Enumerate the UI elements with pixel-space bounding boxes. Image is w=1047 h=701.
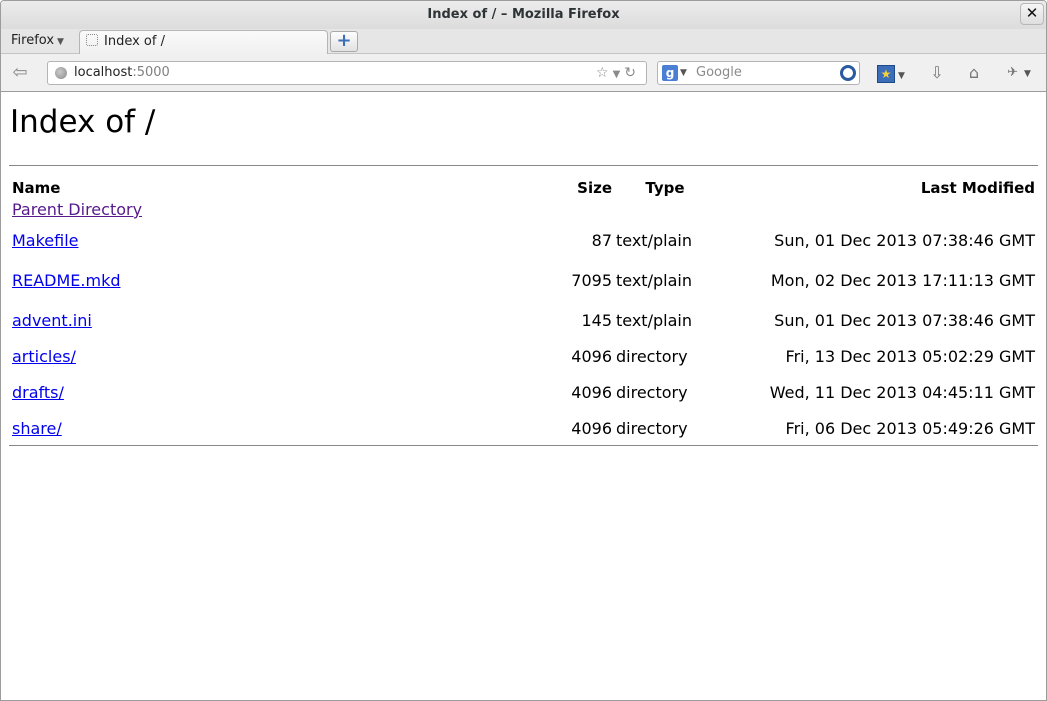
url-port: :5000 [132, 65, 170, 80]
name-cell: Makefile [11, 221, 411, 259]
page-favicon-icon [86, 34, 98, 46]
table-row: README.mkd 7095 text/plain Mon, 02 Dec 2… [11, 261, 1036, 299]
home-button[interactable]: ⌂ [961, 62, 987, 84]
search-input[interactable]: Google [696, 62, 742, 84]
size-cell: 145 [581, 310, 612, 330]
column-header-type: Type [645, 179, 685, 197]
size-cell: 7095 [571, 270, 612, 290]
modified-cell: Mon, 02 Dec 2013 17:11:13 GMT [770, 270, 1035, 290]
browser-window: Index of / – Mozilla Firefox ✕ Firefox ▼ … [0, 0, 1047, 701]
back-arrow-icon: ⇦ [12, 62, 28, 83]
tab-index[interactable]: Index of / [79, 30, 328, 54]
size-cell: 4096 [571, 382, 612, 402]
page-content: Index of / Name Size Type Last Modified … [1, 93, 1046, 700]
size-cell: 4096 [571, 346, 612, 366]
chevron-down-icon[interactable]: ▼ [680, 62, 687, 84]
column-header-size: Size [577, 179, 612, 197]
column-header-name: Name [12, 179, 61, 197]
new-tab-button[interactable]: + [330, 31, 358, 52]
chevron-down-icon: ▼ [898, 71, 905, 81]
home-icon: ⌂ [968, 63, 980, 82]
directory-link[interactable]: articles/ [12, 347, 76, 366]
window-title: Index of / – Mozilla Firefox [427, 7, 620, 22]
table-header-row: Name Size Type Last Modified [11, 178, 1036, 198]
file-link[interactable]: Makefile [12, 231, 79, 250]
type-cell: text/plain [616, 230, 692, 250]
type-cell: text/plain [616, 270, 692, 290]
directory-listing-table: Name Size Type Last Modified Parent Dire… [9, 176, 1038, 445]
type-cell: directory [616, 418, 688, 438]
navigation-toolbar: ⇦ localhost:5000 ☆▼↻ g ▼ Google ★ ▼ ⇩ ⌂ ✈… [1, 54, 1046, 92]
downloads-button[interactable]: ⇩ [925, 62, 949, 84]
page-title: Index of / [10, 104, 156, 140]
history-dropdown-icon[interactable]: ▼ [613, 69, 625, 80]
firefox-menu-label: Firefox [11, 33, 55, 48]
addon-button[interactable]: ✈ ▼ [999, 62, 1039, 84]
tab-title: Index of / [104, 34, 165, 49]
firefox-menu-button[interactable]: Firefox ▼ [11, 33, 64, 48]
name-cell: share/ [11, 413, 411, 443]
type-cell: directory [616, 382, 688, 402]
size-cell: 4096 [571, 418, 612, 438]
column-header-modified: Last Modified [920, 179, 1035, 197]
size-cell: 87 [591, 230, 612, 250]
table-row: articles/ 4096 directory Fri, 13 Dec 201… [11, 341, 1036, 371]
bookmarks-icon: ★ [877, 64, 896, 83]
modified-cell: Fri, 06 Dec 2013 05:49:26 GMT [785, 418, 1035, 438]
site-identity-icon[interactable] [55, 67, 67, 79]
name-cell: README.mkd [11, 261, 411, 299]
modified-cell: Sun, 01 Dec 2013 07:38:46 GMT [774, 310, 1035, 330]
url-host: localhost [74, 65, 133, 80]
title-bar: Index of / – Mozilla Firefox ✕ [1, 1, 1046, 29]
close-window-button[interactable]: ✕ [1020, 3, 1044, 25]
addon-icon: ✈ [1007, 65, 1018, 80]
download-arrow-icon: ⇩ [930, 63, 944, 82]
google-engine-icon[interactable]: g [662, 65, 678, 81]
table-row: Makefile 87 text/plain Sun, 01 Dec 2013 … [11, 221, 1036, 259]
modified-cell: Wed, 11 Dec 2013 04:45:11 GMT [769, 382, 1035, 402]
name-cell: Parent Directory [11, 200, 411, 219]
top-divider [9, 165, 1038, 166]
chevron-down-icon: ▼ [57, 37, 64, 47]
modified-cell: Fri, 13 Dec 2013 05:02:29 GMT [785, 346, 1035, 366]
reload-icon[interactable]: ↻ [624, 65, 640, 81]
tab-strip: Firefox ▼ Index of / + [1, 29, 1046, 54]
table-row: Parent Directory [11, 200, 1036, 219]
file-link[interactable]: README.mkd [12, 271, 121, 290]
name-cell: advent.ini [11, 301, 411, 339]
type-cell: text/plain [616, 310, 692, 330]
url-text: localhost:5000 [74, 62, 170, 84]
parent-directory-link[interactable]: Parent Directory [12, 200, 142, 219]
url-bar-actions: ☆▼↻ [596, 62, 640, 86]
table-row: advent.ini 145 text/plain Sun, 01 Dec 20… [11, 301, 1036, 339]
table-row: share/ 4096 directory Fri, 06 Dec 2013 0… [11, 413, 1036, 443]
type-cell: directory [616, 346, 688, 366]
chevron-down-icon: ▼ [1023, 69, 1031, 79]
directory-link[interactable]: drafts/ [12, 383, 64, 402]
url-bar[interactable]: localhost:5000 ☆▼↻ [47, 61, 647, 85]
bookmarks-menu-button[interactable]: ★ ▼ [873, 62, 909, 84]
directory-link[interactable]: share/ [12, 419, 62, 438]
search-magnifier-icon[interactable] [840, 65, 856, 81]
back-button[interactable]: ⇦ [7, 62, 33, 84]
modified-cell: Sun, 01 Dec 2013 07:38:46 GMT [774, 230, 1035, 250]
plus-icon: + [336, 30, 352, 51]
search-bar[interactable]: g ▼ Google [657, 61, 860, 85]
bottom-divider [9, 445, 1038, 446]
table-row: drafts/ 4096 directory Wed, 11 Dec 2013 … [11, 373, 1036, 411]
name-cell: articles/ [11, 341, 411, 371]
name-cell: drafts/ [11, 373, 411, 411]
file-link[interactable]: advent.ini [12, 311, 92, 330]
bookmark-star-icon[interactable]: ☆ [596, 65, 613, 81]
